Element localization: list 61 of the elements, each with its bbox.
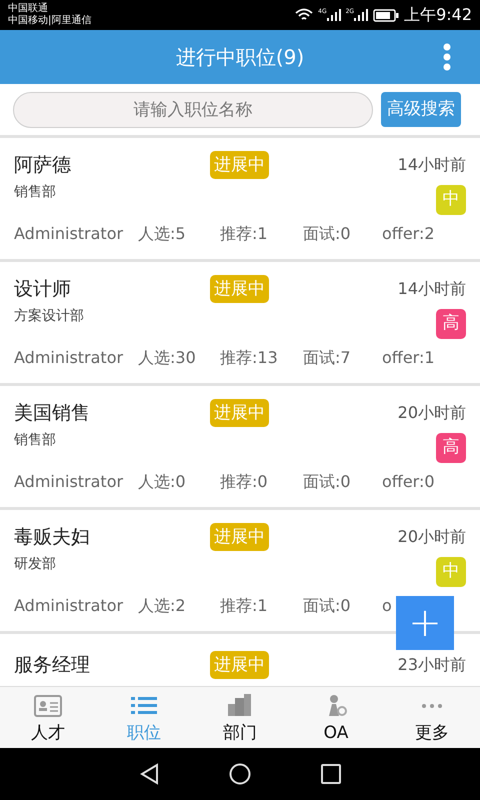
signal-icon <box>354 9 368 21</box>
back-icon[interactable] <box>139 763 159 785</box>
owner-name: Administrator <box>14 595 124 617</box>
nav-tab[interactable]: 人才 <box>0 687 96 748</box>
signal-icon <box>326 9 341 21</box>
status-badge: 进展中 <box>210 275 269 303</box>
candidate-count: 人选:30 <box>138 347 197 369</box>
priority-badge: 高 <box>436 309 466 339</box>
department-name: 销售部 <box>14 183 56 202</box>
recommended-count: 推荐:1 <box>220 223 269 245</box>
updated-time: 20小时前 <box>398 526 466 548</box>
home-icon[interactable] <box>229 763 251 785</box>
nav-tab[interactable]: 更多 <box>384 687 480 748</box>
department-name: 研发部 <box>14 555 56 574</box>
position-title: 美国销售 <box>14 400 91 426</box>
interview-count: 面试:0 <box>303 595 352 617</box>
candidate-count: 人选:5 <box>138 223 187 245</box>
position-title: 服务经理 <box>14 652 91 678</box>
updated-time: 23小时前 <box>398 654 466 676</box>
priority-badge: 中 <box>436 185 466 215</box>
carrier-name: 中国联通 <box>8 3 49 14</box>
owner-name: Administrator <box>14 471 124 493</box>
nav-tab[interactable]: 部门 <box>192 687 288 748</box>
status-badge: 进展中 <box>210 651 269 679</box>
recommended-count: 推荐:1 <box>220 595 269 617</box>
updated-time: 14小时前 <box>398 278 466 300</box>
owner-name: Administrator <box>14 347 124 369</box>
priority-badge: 高 <box>436 433 466 463</box>
more-dots-icon <box>422 704 442 708</box>
candidate-count: 人选:0 <box>138 471 187 493</box>
position-title: 阿萨德 <box>14 152 72 178</box>
nav-tab[interactable]: OA <box>288 687 384 748</box>
position-title: 毒贩夫妇 <box>14 524 91 550</box>
offer-count: o <box>382 595 392 617</box>
recommended-count: 推荐:0 <box>220 471 269 493</box>
recommended-count: 推荐:13 <box>220 347 279 369</box>
updated-time: 20小时前 <box>398 402 466 424</box>
battery-icon <box>373 8 400 22</box>
clock-time: 上午9:42 <box>404 4 472 26</box>
interview-count: 面试:0 <box>303 471 352 493</box>
status-badge: 进展中 <box>210 399 269 427</box>
offer-count: offer:2 <box>382 223 435 245</box>
updated-time: 14小时前 <box>398 154 466 176</box>
page-title: 进行中职位(9) <box>176 44 304 71</box>
status-badge: 进展中 <box>210 151 269 179</box>
interview-count: 面试:0 <box>303 223 352 245</box>
interview-count: 面试:7 <box>303 347 352 369</box>
candidate-count: 人选:2 <box>138 595 187 617</box>
more-menu-icon[interactable] <box>442 43 452 71</box>
department-name: 销售部 <box>14 431 56 450</box>
search-field[interactable]: 请输入职位名称 <box>13 92 373 128</box>
recents-icon[interactable] <box>321 764 341 784</box>
status-badge: 进展中 <box>210 523 269 551</box>
wifi-icon <box>295 8 314 22</box>
department-name: 方案设计部 <box>14 307 84 326</box>
offer-count: offer:0 <box>382 471 435 493</box>
position-title: 设计师 <box>14 276 72 302</box>
carrier-name: 中国移动|阿里通信 <box>8 15 92 27</box>
priority-badge: 中 <box>436 557 466 587</box>
owner-name: Administrator <box>14 223 124 245</box>
offer-count: offer:1 <box>382 347 435 369</box>
